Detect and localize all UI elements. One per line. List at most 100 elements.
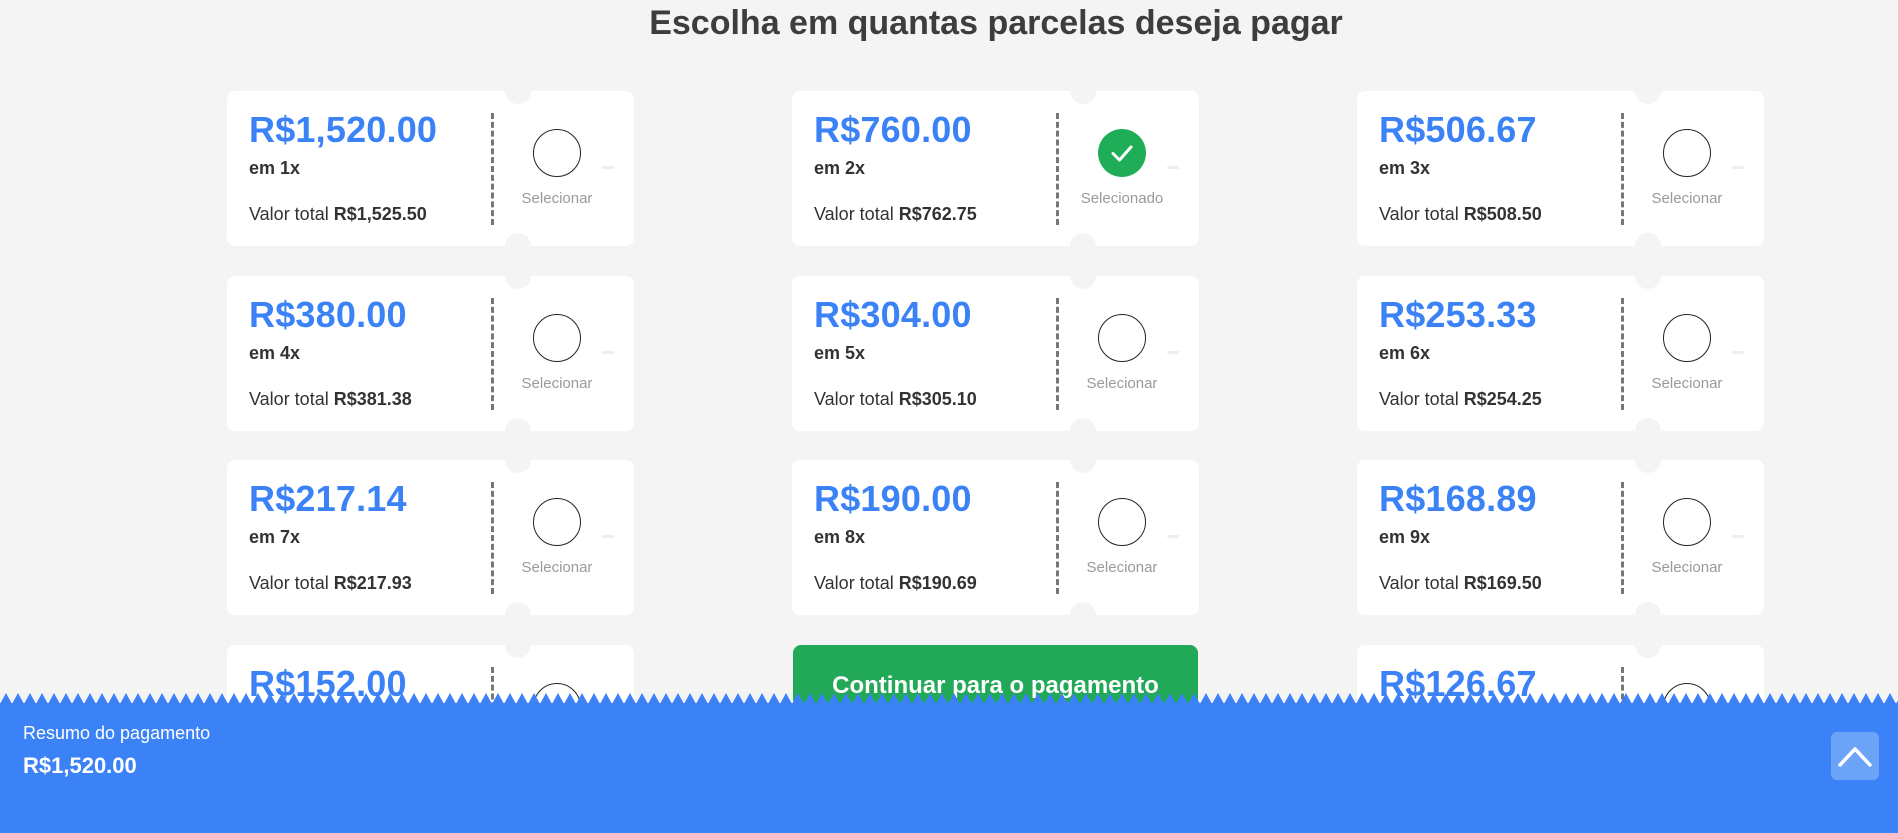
installment-count: em 4x bbox=[249, 343, 301, 363]
card-notch bbox=[1635, 418, 1661, 444]
installment-total: Valor total R$169.50 bbox=[1379, 573, 1542, 594]
card-notch bbox=[1070, 78, 1096, 104]
installment-total: Valor total R$305.10 bbox=[814, 389, 977, 410]
installment-option-3x[interactable]: R$506.67 em 3x Valor total R$508.50 Sele… bbox=[1357, 78, 1764, 259]
total-label: Valor total bbox=[1379, 389, 1459, 409]
installment-amount: R$168.89 bbox=[1379, 478, 1537, 519]
installment-count: em 7x bbox=[249, 527, 301, 547]
total-value: R$190.69 bbox=[898, 573, 977, 593]
select-radio[interactable] bbox=[533, 129, 581, 177]
select-label: Selecionar bbox=[1086, 375, 1158, 392]
select-radio[interactable] bbox=[533, 498, 581, 546]
installment-option-4x[interactable]: R$380.00 em 4x Valor total R$381.38 Sele… bbox=[227, 263, 634, 444]
installment-amount: R$304.00 bbox=[814, 294, 972, 335]
decorative-dash bbox=[1732, 166, 1744, 169]
installment-count: em 3x bbox=[1379, 158, 1431, 178]
dashed-divider bbox=[491, 113, 494, 225]
decorative-dash bbox=[1167, 351, 1179, 354]
card-notch bbox=[1070, 602, 1096, 628]
total-value: R$762.75 bbox=[898, 204, 977, 224]
total-label: Valor total bbox=[249, 573, 329, 593]
installment-option-9x[interactable]: R$168.89 em 9x Valor total R$169.50 Sele… bbox=[1357, 447, 1764, 628]
card-notch bbox=[505, 233, 531, 259]
select-radio[interactable] bbox=[1663, 498, 1711, 546]
card-notch bbox=[505, 602, 531, 628]
dashed-divider bbox=[1621, 113, 1624, 225]
card-notch bbox=[505, 632, 531, 658]
installment-amount: R$190.00 bbox=[814, 478, 972, 519]
decorative-dash bbox=[602, 166, 614, 169]
total-label: Valor total bbox=[1379, 573, 1459, 593]
payment-summary-bar: Resumo do pagamento R$1,520.00 bbox=[0, 693, 1898, 833]
total-label: Valor total bbox=[814, 389, 894, 409]
total-value: R$1,525.50 bbox=[333, 204, 427, 224]
dashed-divider bbox=[1621, 298, 1624, 410]
card-notch bbox=[1635, 447, 1661, 473]
total-value: R$381.38 bbox=[333, 389, 412, 409]
total-label: Valor total bbox=[814, 204, 894, 224]
decorative-dash bbox=[1732, 351, 1744, 354]
select-radio[interactable] bbox=[1098, 498, 1146, 546]
installment-option-7x[interactable]: R$217.14 em 7x Valor total R$217.93 Sele… bbox=[227, 447, 634, 628]
installment-option-5x[interactable]: R$304.00 em 5x Valor total R$305.10 Sele… bbox=[792, 263, 1199, 444]
installment-amount: R$380.00 bbox=[249, 294, 407, 335]
select-radio[interactable] bbox=[1663, 129, 1711, 177]
select-label: Selecionar bbox=[521, 559, 593, 576]
dashed-divider bbox=[1621, 482, 1624, 594]
total-value: R$254.25 bbox=[1463, 389, 1542, 409]
card-notch bbox=[505, 263, 531, 289]
decorative-dash bbox=[602, 535, 614, 538]
total-label: Valor total bbox=[814, 573, 894, 593]
installment-option-2x[interactable]: R$760.00 em 2x Valor total R$762.75 Sele… bbox=[792, 78, 1199, 259]
chevron-up-icon bbox=[1838, 747, 1872, 767]
installment-total: Valor total R$1,525.50 bbox=[249, 204, 427, 225]
select-radio[interactable] bbox=[1098, 129, 1146, 177]
card-notch bbox=[505, 78, 531, 104]
installment-total: Valor total R$762.75 bbox=[814, 204, 977, 225]
total-value: R$305.10 bbox=[898, 389, 977, 409]
card-notch bbox=[505, 447, 531, 473]
total-value: R$508.50 bbox=[1463, 204, 1542, 224]
total-value: R$169.50 bbox=[1463, 573, 1542, 593]
installment-option-8x[interactable]: R$190.00 em 8x Valor total R$190.69 Sele… bbox=[792, 447, 1199, 628]
installment-total: Valor total R$190.69 bbox=[814, 573, 977, 594]
select-label: Selecionar bbox=[1651, 375, 1723, 392]
dashed-divider bbox=[1056, 482, 1059, 594]
select-radio[interactable] bbox=[1098, 314, 1146, 362]
card-notch bbox=[1070, 447, 1096, 473]
card-notch bbox=[1635, 632, 1661, 658]
installment-count: em 9x bbox=[1379, 527, 1431, 547]
decorative-dash bbox=[1167, 535, 1179, 538]
zigzag-edge bbox=[0, 693, 1898, 704]
installment-amount: R$1,520.00 bbox=[249, 109, 438, 150]
card-notch bbox=[1635, 78, 1661, 104]
expand-summary-button[interactable] bbox=[1831, 732, 1879, 780]
card-notch bbox=[505, 418, 531, 444]
total-value: R$217.93 bbox=[333, 573, 412, 593]
installment-count: em 1x bbox=[249, 158, 301, 178]
installment-total: Valor total R$508.50 bbox=[1379, 204, 1542, 225]
card-notch bbox=[1070, 418, 1096, 444]
installment-amount: R$760.00 bbox=[814, 109, 972, 150]
installment-count: em 6x bbox=[1379, 343, 1431, 363]
installment-amount: R$506.67 bbox=[1379, 109, 1537, 150]
installment-total: Valor total R$217.93 bbox=[249, 573, 412, 594]
decorative-dash bbox=[1167, 166, 1179, 169]
installment-option-6x[interactable]: R$253.33 em 6x Valor total R$254.25 Sele… bbox=[1357, 263, 1764, 444]
total-label: Valor total bbox=[249, 204, 329, 224]
installment-amount: R$253.33 bbox=[1379, 294, 1537, 335]
installment-total: Valor total R$381.38 bbox=[249, 389, 412, 410]
dashed-divider bbox=[1056, 298, 1059, 410]
installment-count: em 8x bbox=[814, 527, 866, 547]
select-label: Selecionar bbox=[1651, 559, 1723, 576]
decorative-dash bbox=[1732, 535, 1744, 538]
installment-option-1x[interactable]: R$1,520.00 em 1x Valor total R$1,525.50 … bbox=[227, 78, 634, 259]
card-notch bbox=[1635, 602, 1661, 628]
select-label: Selecionar bbox=[1651, 190, 1723, 207]
select-radio[interactable] bbox=[1663, 314, 1711, 362]
card-notch bbox=[1070, 233, 1096, 259]
dashed-divider bbox=[1056, 113, 1059, 225]
total-label: Valor total bbox=[1379, 204, 1459, 224]
summary-label: Resumo do pagamento bbox=[23, 723, 211, 743]
select-radio[interactable] bbox=[533, 314, 581, 362]
